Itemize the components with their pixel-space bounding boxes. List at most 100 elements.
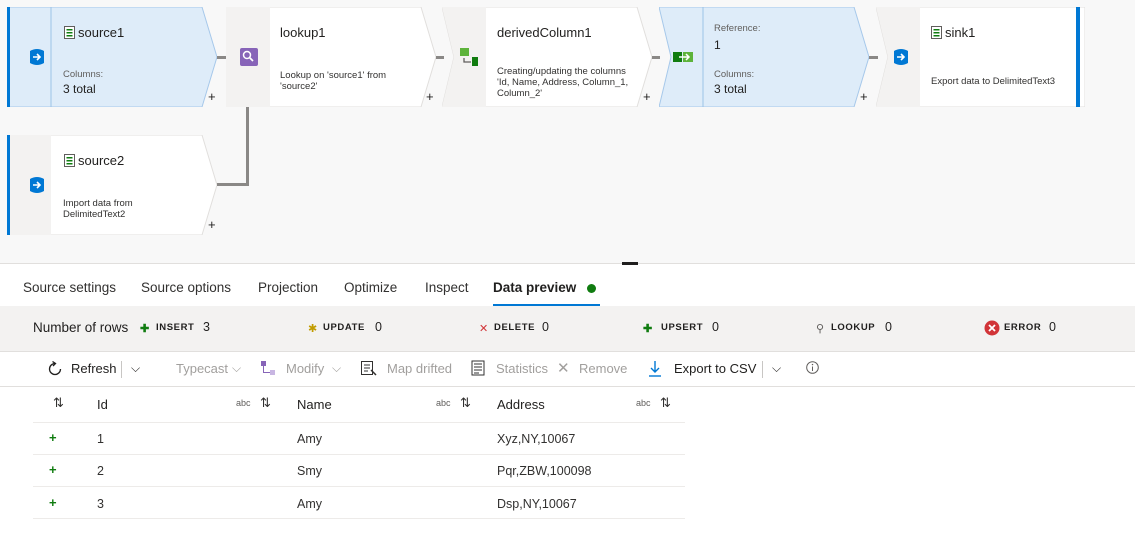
tab-data-preview[interactable]: Data preview <box>493 280 576 295</box>
node-source2[interactable]: source2 Import data from DelimitedText2 <box>7 135 217 235</box>
update-count: 0 <box>375 320 382 334</box>
sort-icon[interactable]: ⇅ <box>260 395 271 411</box>
upsert-label: UPSERT <box>661 322 704 333</box>
sort-icon[interactable]: ⇅ <box>460 395 471 411</box>
refresh-dropdown-chevron-icon[interactable]: ⌵ <box>131 361 140 376</box>
connector-source2-lookup1-vertical <box>246 106 249 186</box>
export-csv-button[interactable]: Export to CSV <box>674 361 756 376</box>
derived-column-icon <box>448 9 490 105</box>
columns-value: 3 total <box>63 82 96 96</box>
export-dropdown-chevron-icon[interactable]: ⌵ <box>772 361 781 376</box>
column-type-name: abc <box>436 398 451 408</box>
node-title: lookup1 <box>280 25 326 40</box>
node-reference[interactable]: Reference: 1 Columns: 3 total <box>659 7 869 107</box>
add-transformation-button[interactable]: + <box>208 218 216 231</box>
lookup-label: LOOKUP <box>831 322 876 333</box>
lookup-search-icon: ⚲ <box>816 323 825 335</box>
typecast-button[interactable]: Typecast <box>176 361 228 376</box>
lookup-count: 0 <box>885 320 892 334</box>
preview-toolbar: Refresh ⌵ Typecast ⌵ Modify ⌵ Map drifte… <box>0 352 1135 387</box>
statistics-button[interactable]: Statistics <box>496 361 548 376</box>
upsert-count: 0 <box>712 320 719 334</box>
cell-name: Amy <box>297 497 322 511</box>
refresh-button[interactable]: Refresh <box>71 361 117 376</box>
row-divider <box>33 454 685 455</box>
node-description-line2: 'Id, Name, Address, Column_1, <box>497 77 629 88</box>
error-count: 0 <box>1049 320 1056 334</box>
row-divider <box>33 518 685 519</box>
error-icon <box>984 320 1000 336</box>
node-description-line3: Column_2' <box>497 88 543 99</box>
node-description-line2: DelimitedText2 <box>63 209 126 220</box>
node-description-line2: 'source2' <box>280 81 318 92</box>
node-title: sink1 <box>945 25 976 40</box>
map-drifted-icon <box>361 361 377 376</box>
reference-value: 1 <box>714 38 721 52</box>
sink-icon <box>880 9 922 105</box>
sort-icon[interactable]: ⇅ <box>660 395 671 411</box>
node-derived-column1[interactable]: derivedColumn1 Creating/updating the col… <box>442 7 652 107</box>
upsert-icon: ✚ <box>643 323 653 335</box>
add-transformation-button[interactable]: + <box>426 90 434 103</box>
modify-button[interactable]: Modify <box>286 361 324 376</box>
column-header-address[interactable]: Address <box>497 397 545 412</box>
tab-optimize[interactable]: Optimize <box>344 280 397 295</box>
column-header-name[interactable]: Name <box>297 397 332 412</box>
row-divider <box>33 422 685 423</box>
add-transformation-button[interactable]: + <box>643 90 651 103</box>
insert-label: INSERT <box>156 322 195 333</box>
node-sink1[interactable]: sink1 Export data to DelimitedText3 <box>876 7 1085 107</box>
cell-address: Xyz,NY,10067 <box>497 432 576 446</box>
insert-row-icon: + <box>49 430 57 445</box>
node-description-line1: Lookup on 'source1' from <box>280 70 387 81</box>
download-icon <box>649 361 661 377</box>
tab-projection[interactable]: Projection <box>258 280 318 295</box>
column-header-id[interactable]: Id <box>97 397 108 412</box>
node-title: derivedColumn1 <box>497 25 592 40</box>
columns-value: 3 total <box>714 82 747 96</box>
settings-tabs: Source settings Source options Projectio… <box>0 272 1135 307</box>
source-icon <box>16 137 58 233</box>
modify-icon <box>261 361 275 375</box>
cell-name: Amy <box>297 432 322 446</box>
connector-source2-lookup1-horizontal <box>214 183 249 186</box>
node-source1[interactable]: source1 Columns: 3 total <box>7 7 217 107</box>
node-title: source1 <box>78 25 125 40</box>
update-label: UPDATE <box>323 322 365 333</box>
dataset-icon <box>931 26 942 39</box>
delete-count: 0 <box>542 320 549 334</box>
column-type-address: abc <box>636 398 651 408</box>
add-transformation-button[interactable]: + <box>860 90 868 103</box>
row-sort-icon[interactable]: ⇅ <box>53 395 64 411</box>
toolbar-separator <box>121 361 122 378</box>
dataflow-canvas[interactable]: source1 Columns: 3 total + lookup1 Looku… <box>0 0 1135 264</box>
map-drifted-button[interactable]: Map drifted <box>387 361 452 376</box>
tab-inspect[interactable]: Inspect <box>425 280 469 295</box>
columns-label: Columns: <box>714 69 755 80</box>
lookup-icon <box>228 9 270 105</box>
tab-source-settings[interactable]: Source settings <box>23 280 116 295</box>
insert-icon: ✚ <box>140 323 150 335</box>
node-lookup1[interactable]: lookup1 Lookup on 'source1' from 'source… <box>226 7 436 107</box>
tab-source-options[interactable]: Source options <box>141 280 231 295</box>
info-icon[interactable] <box>806 361 819 374</box>
reference-label: Reference: <box>714 23 761 34</box>
typecast-chevron-icon: ⌵ <box>232 361 242 375</box>
update-icon: ✱ <box>308 323 318 335</box>
remove-button[interactable]: Remove <box>579 361 627 376</box>
node-description-line1: Creating/updating the columns <box>497 66 626 77</box>
add-transformation-button[interactable]: + <box>208 90 216 103</box>
node-description-line1: Import data from <box>63 198 133 209</box>
panel-resize-handle[interactable] <box>622 262 638 265</box>
row-counts-title: Number of rows <box>33 320 129 335</box>
insert-row-icon: + <box>49 462 57 477</box>
row-divider <box>33 486 685 487</box>
refresh-icon[interactable] <box>46 360 64 378</box>
error-label: ERROR <box>1004 322 1042 333</box>
toolbar-separator <box>762 361 763 378</box>
modify-chevron-icon: ⌵ <box>332 361 342 375</box>
cell-id: 2 <box>97 464 104 478</box>
insert-row-icon: + <box>49 495 57 510</box>
cell-address: Pqr,ZBW,100098 <box>497 464 592 478</box>
cell-id: 3 <box>97 497 104 511</box>
